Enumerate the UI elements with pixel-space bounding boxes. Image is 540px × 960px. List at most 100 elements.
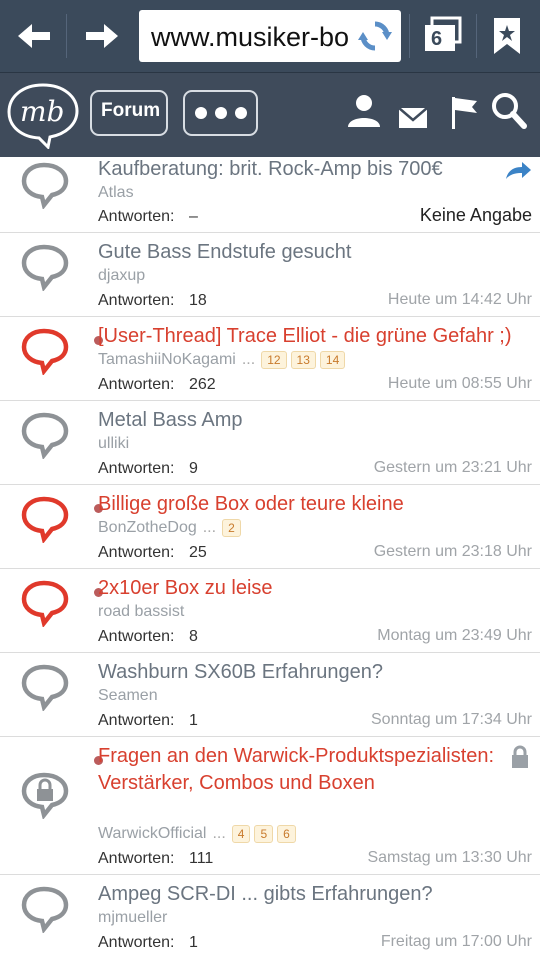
- chat-bubble-icon: [20, 411, 72, 460]
- thread-row[interactable]: 2x10er Box zu leise road bassist Antwort…: [0, 569, 540, 653]
- thread-row[interactable]: [User-Thread] Trace Elliot - die grüne G…: [0, 317, 540, 401]
- thread-title[interactable]: 2x10er Box zu leise: [98, 575, 526, 602]
- tabs-icon[interactable]: 6: [422, 16, 464, 54]
- search-icon[interactable]: [490, 91, 528, 131]
- toolbar-separator: [66, 14, 67, 58]
- replies-label: Antworten:: [98, 292, 175, 309]
- page-link[interactable]: 13: [290, 351, 316, 369]
- forum-button[interactable]: Forum: [90, 90, 168, 136]
- chat-bubble-locked-icon: [20, 771, 72, 820]
- chat-bubble-icon: [20, 243, 72, 292]
- replies-label: Antworten:: [98, 850, 175, 867]
- chat-bubble-hot-icon: [20, 495, 72, 544]
- thread-author[interactable]: djaxup: [98, 267, 145, 285]
- pages-ellipsis: ...: [212, 825, 226, 843]
- more-button[interactable]: [183, 90, 258, 136]
- thread-author[interactable]: BonZotheDog: [98, 519, 197, 536]
- thread-author[interactable]: road bassist: [98, 603, 184, 621]
- replies-label: Antworten:: [98, 208, 175, 225]
- thread-row[interactable]: Fragen an den Warwick-Produktspezialiste…: [0, 737, 540, 875]
- page-link[interactable]: 6: [277, 825, 296, 843]
- browser-toolbar: www.musiker-bo 6: [0, 0, 540, 73]
- thread-row[interactable]: Kaufberatung: brit. Rock-Amp bis 700€ At…: [0, 157, 540, 233]
- replies-count: 262: [189, 376, 216, 393]
- replies-count: 8: [189, 628, 198, 645]
- thread-title[interactable]: Washburn SX60B Erfahrungen?: [98, 659, 526, 686]
- logo-text: mb: [20, 95, 65, 128]
- last-post-date: Keine Angabe: [419, 205, 532, 225]
- user-icon[interactable]: [346, 93, 382, 129]
- thread-title[interactable]: Fragen an den Warwick-Produktspezialiste…: [98, 743, 510, 797]
- thread-row[interactable]: Ampeg SCR-DI ... gibts Erfahrungen? mjmu…: [0, 875, 540, 960]
- last-post-date: Sonntag um 17:34 Uhr: [371, 711, 532, 728]
- chat-bubble-icon: [20, 161, 72, 210]
- page-link[interactable]: 5: [254, 825, 274, 843]
- tab-count: 6: [431, 28, 443, 50]
- page-links: 12 13 14: [261, 351, 349, 369]
- replies-count: 25: [189, 544, 207, 561]
- last-post-date: Gestern um 23:18 Uhr: [373, 543, 532, 560]
- toolbar-separator: [409, 14, 410, 58]
- pages-ellipsis: ...: [241, 351, 256, 369]
- page-link[interactable]: 14: [319, 351, 346, 369]
- thread-title[interactable]: [User-Thread] Trace Elliot - die grüne G…: [98, 323, 526, 350]
- page-link[interactable]: 2: [222, 519, 241, 537]
- replies-count: 18: [189, 292, 207, 309]
- chat-bubble-hot-icon: [20, 327, 72, 376]
- thread-title[interactable]: Billige große Box oder teure kleine: [98, 491, 526, 518]
- page-link[interactable]: 4: [231, 825, 251, 843]
- pages-ellipsis: ...: [202, 519, 217, 537]
- thread-title[interactable]: Gute Bass Endstufe gesucht: [98, 239, 526, 266]
- site-logo[interactable]: mb: [6, 81, 80, 151]
- last-post-date: Montag um 23:49 Uhr: [377, 627, 532, 644]
- thread-title[interactable]: Metal Bass Amp: [98, 407, 526, 434]
- page-links: 2: [222, 519, 245, 537]
- chat-bubble-icon: [20, 885, 72, 934]
- thread-title[interactable]: Kaufberatung: brit. Rock-Amp bis 700€: [98, 156, 526, 183]
- replies-label: Antworten:: [98, 460, 175, 477]
- thread-author-line: BonZotheDog... 2: [98, 519, 245, 537]
- replies-count: 111: [189, 850, 214, 867]
- thread-author[interactable]: Atlas: [98, 184, 134, 202]
- replies-label: Antworten:: [98, 934, 175, 951]
- thread-row[interactable]: Gute Bass Endstufe gesucht djaxup Antwor…: [0, 233, 540, 317]
- thread-author-line: TamashiiNoKagami... 12 13 14: [98, 351, 349, 369]
- last-post-date: Heute um 14:42 Uhr: [387, 291, 532, 308]
- redirect-arrow-icon: [504, 161, 532, 181]
- last-post-date: Heute um 08:55 Uhr: [387, 375, 532, 392]
- thread-author[interactable]: mjmueller: [98, 909, 167, 927]
- replies-label: Antworten:: [98, 376, 175, 393]
- flag-icon[interactable]: [450, 95, 480, 131]
- more-dots-icon: [194, 106, 250, 125]
- forward-arrow-icon[interactable]: [82, 20, 122, 52]
- url-field[interactable]: www.musiker-bo: [139, 10, 401, 62]
- forum-button-label: Forum: [101, 100, 161, 121]
- thread-author[interactable]: TamashiiNoKagami: [98, 351, 236, 368]
- mail-icon[interactable]: [398, 107, 428, 129]
- lock-icon: [510, 745, 530, 769]
- last-post-date: Gestern um 23:21 Uhr: [373, 459, 532, 476]
- chat-bubble-hot-icon: [20, 579, 72, 628]
- replies-count: 9: [189, 460, 198, 477]
- thread-author[interactable]: Seamen: [98, 687, 158, 705]
- replies-label: Antworten:: [98, 544, 175, 561]
- last-post-date: Freitag um 17:00 Uhr: [380, 933, 532, 950]
- replies-count: 1: [189, 712, 198, 729]
- replies-count: –: [189, 208, 198, 225]
- toolbar-separator: [476, 14, 477, 58]
- last-post-date: Samstag um 13:30 Uhr: [367, 849, 532, 866]
- thread-title[interactable]: Ampeg SCR-DI ... gibts Erfahrungen?: [98, 881, 526, 908]
- thread-row[interactable]: Metal Bass Amp ulliki Antworten: 9 Geste…: [0, 401, 540, 485]
- thread-author-line: WarwickOfficial... 456: [98, 825, 300, 843]
- url-text: www.musiker-bo: [151, 22, 350, 52]
- thread-row[interactable]: Washburn SX60B Erfahrungen? Seamen Antwo…: [0, 653, 540, 737]
- reload-icon[interactable]: [355, 18, 395, 54]
- thread-row[interactable]: Billige große Box oder teure kleine BonZ…: [0, 485, 540, 569]
- back-arrow-icon[interactable]: [14, 20, 54, 52]
- replies-label: Antworten:: [98, 628, 175, 645]
- thread-author[interactable]: WarwickOfficial: [98, 825, 206, 842]
- bookmark-icon[interactable]: [492, 16, 522, 56]
- replies-label: Antworten:: [98, 712, 175, 729]
- page-link[interactable]: 12: [261, 351, 287, 369]
- thread-author[interactable]: ulliki: [98, 435, 129, 453]
